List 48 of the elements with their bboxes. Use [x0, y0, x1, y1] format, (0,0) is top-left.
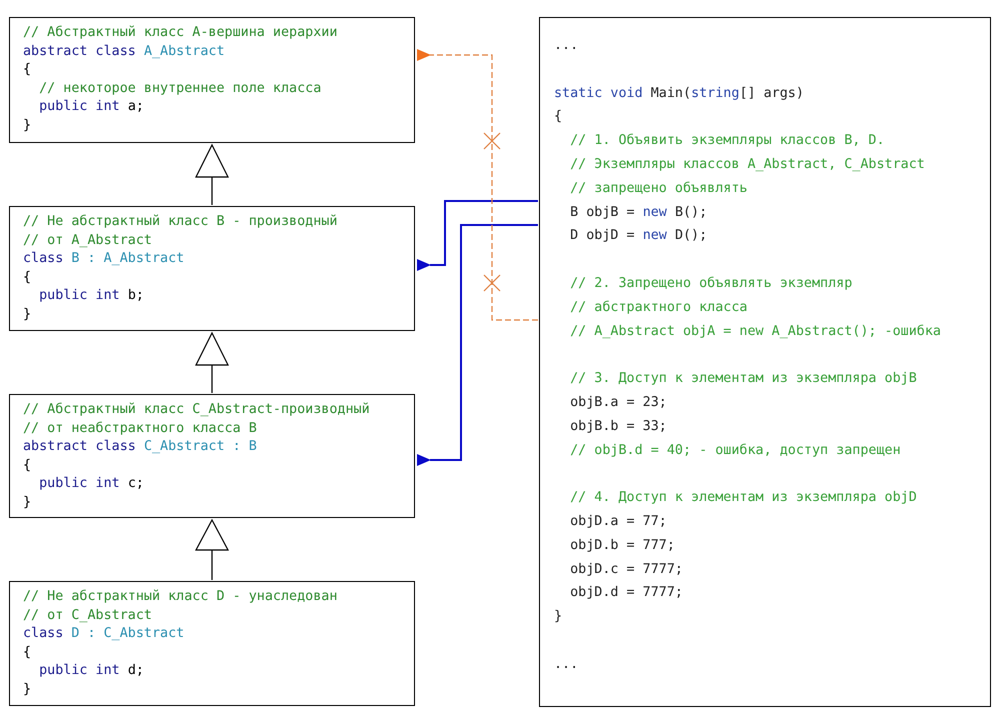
code-line: objD.d = 7777; [569, 584, 683, 602]
cross-mark [483, 274, 501, 292]
code-line: // Абстрактный класс C_Abstract-производный [23, 401, 370, 419]
code-line: objB.a = 23; [569, 394, 667, 412]
code-line: static void Main(string[] args) [554, 84, 804, 103]
code-line: { [554, 108, 562, 126]
code-line: objD.b = 777; [569, 536, 675, 555]
code-line: B objB = new B(); [569, 204, 708, 222]
code-line: // 1. Объявить экземпляры классов B, D. [569, 132, 885, 150]
code-line: } [23, 680, 32, 698]
code-line: class B : A_Abstract [23, 250, 184, 268]
code-line: public int d; [38, 662, 144, 680]
code-line: // 3. Доступ к элементам из экземпляра objB [569, 370, 917, 388]
code-line: { [23, 61, 32, 79]
code-line: public int a; [38, 98, 144, 116]
code-line: // от A_Abstract [23, 232, 152, 250]
code-line: // 4. Доступ к элементам из экземпляра objD [569, 489, 917, 508]
cross-mark [483, 132, 501, 150]
code-line: // от неабстрактного класса B [23, 420, 257, 438]
code-line: } [23, 306, 32, 324]
code-line: abstract class A_Abstract [23, 42, 225, 60]
code-line: class D : C_Abstract [23, 625, 184, 643]
code-line: // objB.d = 40; - ошибка, доступ запрещен [569, 442, 901, 460]
code-line: objD.a = 77; [569, 512, 667, 531]
code-line: // некоторое внутреннее поле класса [38, 80, 322, 98]
code-line: objB.b = 33; [569, 418, 667, 436]
code-line: abstract class C_Abstract : B [23, 438, 257, 456]
code-line: D objD = new D(); [569, 227, 708, 246]
code-line: ... [554, 37, 578, 55]
code-line: // 2. Запрещено объявлять экземпляр [569, 274, 852, 293]
code-line: public int c; [38, 475, 144, 493]
code-line: // запрещено объявлять [569, 180, 748, 198]
code-line: // Экземпляры классов A_Abstract, C_Abstract [569, 156, 925, 174]
code-line: // Абстрактный класс A-вершина иерархии [23, 24, 338, 42]
code-line: } [23, 494, 32, 512]
code-line: { [23, 456, 32, 474]
code-line: { [23, 644, 32, 662]
code-line: // A_Abstract objA = new A_Abstract(); -ошибка [569, 322, 941, 341]
code-line: } [23, 116, 32, 134]
code-line: // Не абстрактный класс D - унаследован [23, 588, 338, 606]
code-line: // от C_Abstract [23, 606, 152, 624]
code-line: { [23, 268, 32, 286]
code-line: public int b; [38, 287, 144, 305]
code-line: ... [554, 656, 578, 674]
code-line: // абстрактного класса [569, 298, 748, 317]
code-line: // Не абстрактный класс B - производный [23, 213, 338, 231]
code-line: objD.c = 7777; [569, 560, 683, 579]
code-line: } [554, 608, 562, 626]
